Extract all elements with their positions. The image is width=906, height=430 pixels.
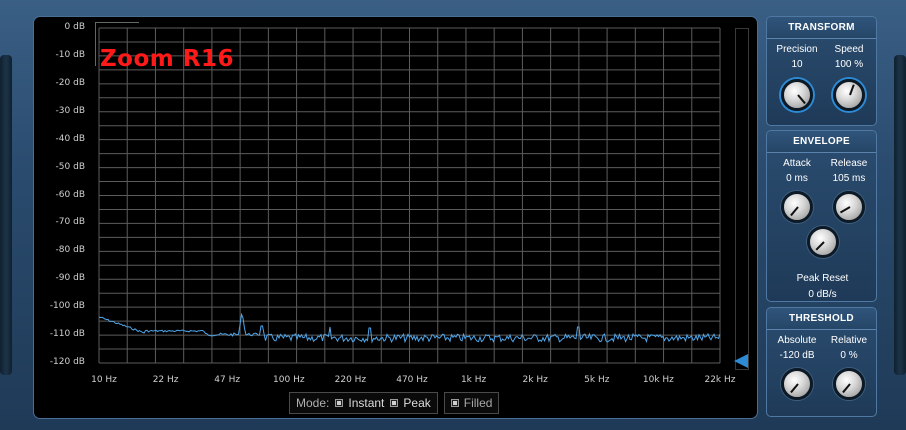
precision-knob[interactable]	[781, 79, 813, 111]
absolute-value: -120 dB	[779, 350, 815, 361]
absolute-knob-pointer	[790, 383, 799, 394]
y-tick-label: -20 dB	[55, 77, 85, 88]
precision-value: 10	[791, 59, 803, 70]
relative-knob[interactable]	[833, 368, 865, 400]
peak-reset-knob[interactable]	[807, 226, 839, 258]
absolute-knob[interactable]	[781, 368, 813, 400]
relative-label: Relative	[830, 335, 868, 346]
y-tick-label: -100 dB	[49, 301, 85, 312]
x-tick-label: 1k Hz	[460, 375, 487, 385]
x-tick-label: 47 Hz	[214, 375, 241, 385]
attack-value: 0 ms	[786, 173, 808, 184]
instant-checkbox[interactable]	[335, 399, 344, 407]
instant-label: Instant	[348, 396, 385, 410]
x-tick-label: 2k Hz	[522, 375, 548, 385]
x-tick-label: 5k Hz	[584, 375, 610, 385]
speed-value: 100 %	[834, 59, 864, 70]
peak-reset-knob-pointer	[815, 241, 825, 251]
threshold-panel: THRESHOLD Absolute -120 dB Relative 0 %	[766, 307, 877, 417]
peak-label: Peak	[403, 396, 431, 410]
level-meter	[735, 28, 749, 370]
x-tick-label: 220 Hz	[334, 375, 367, 385]
mode-bar: Mode: Instant Peak Filled	[289, 392, 500, 414]
speed-knob-pointer	[849, 84, 855, 96]
attack-label: Attack	[783, 158, 811, 169]
release-value: 105 ms	[832, 173, 866, 184]
peak-reset-label: Peak Reset	[796, 273, 849, 284]
y-tick-label: -80 dB	[55, 245, 85, 256]
analyzer-window: Zoom R16 0 dB -10 dB -20 dB -30 dB -40 dB -50…	[0, 0, 906, 430]
filled-checkbox[interactable]	[450, 399, 459, 407]
y-tick-label: -50 dB	[55, 161, 85, 172]
y-tick-label: -110 dB	[49, 329, 85, 340]
y-tick-label: -10 dB	[55, 49, 85, 60]
x-tick-label: 10 Hz	[91, 375, 117, 385]
y-tick-label: 0 dB	[64, 22, 85, 32]
filled-option[interactable]: Filled	[450, 396, 493, 410]
speed-label: Speed	[834, 44, 864, 55]
x-tick-label: 470 Hz	[396, 375, 428, 385]
mode-peak-option[interactable]: Peak	[390, 396, 431, 410]
threshold-title: THRESHOLD	[767, 308, 876, 330]
envelope-title: ENVELOPE	[767, 131, 876, 153]
mode-caption: Mode:	[296, 396, 330, 410]
attack-knob[interactable]	[781, 191, 813, 223]
x-tick-label: 22k Hz	[704, 375, 736, 385]
relative-value: 0 %	[840, 350, 858, 361]
y-tick-label: -120 dB	[49, 357, 85, 367]
peak-reset-value: 0 dB/s	[808, 289, 837, 300]
precision-knob-pointer	[797, 94, 806, 105]
y-tick-label: -60 dB	[55, 189, 85, 200]
relative-knob-pointer	[842, 383, 851, 394]
release-label: Release	[830, 158, 868, 169]
mode-group: Mode: Instant Peak	[289, 392, 438, 414]
y-tick-label: -70 dB	[55, 217, 85, 228]
mode-instant-option[interactable]: Instant	[335, 396, 384, 410]
transform-panel: TRANSFORM Precision 10 Speed 100 %	[766, 16, 877, 126]
y-tick-label: -40 dB	[55, 133, 85, 144]
speed-knob[interactable]	[833, 79, 865, 111]
peak-checkbox[interactable]	[390, 399, 399, 407]
attack-knob-pointer	[790, 206, 799, 217]
release-knob[interactable]	[833, 191, 865, 223]
transform-title: TRANSFORM	[767, 17, 876, 39]
display-title: Zoom R16	[100, 46, 234, 72]
meter-threshold-handle[interactable]	[734, 354, 748, 368]
filled-group: Filled	[443, 392, 500, 414]
x-tick-label: 100 Hz	[273, 375, 305, 385]
envelope-panel: ENVELOPE Attack 0 ms Release 105 ms Peak…	[766, 130, 877, 302]
filled-label: Filled	[463, 396, 493, 410]
absolute-label: Absolute	[777, 335, 817, 346]
x-tick-label: 22 Hz	[152, 375, 179, 385]
y-tick-label: -30 dB	[55, 105, 85, 116]
y-tick-label: -90 dB	[55, 273, 85, 284]
x-tick-label: 10k Hz	[642, 375, 674, 385]
release-knob-pointer	[839, 206, 851, 214]
precision-label: Precision	[776, 44, 818, 55]
